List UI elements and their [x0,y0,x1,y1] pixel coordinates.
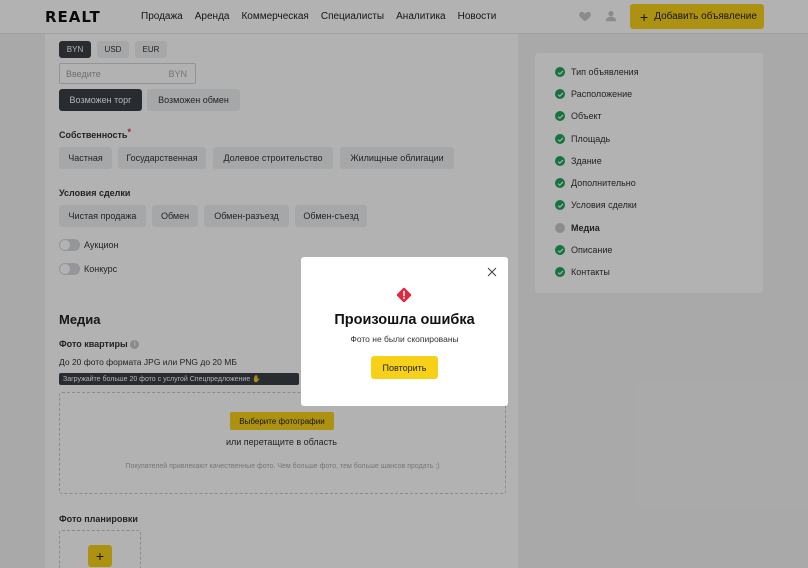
modal-title: Произошла ошибка [334,312,475,328]
error-icon [396,287,412,303]
error-modal [301,257,508,406]
modal-message: Фото не были скопированы [350,334,459,344]
retry-button[interactable]: Повторить [371,356,438,379]
close-icon[interactable] [487,267,497,277]
